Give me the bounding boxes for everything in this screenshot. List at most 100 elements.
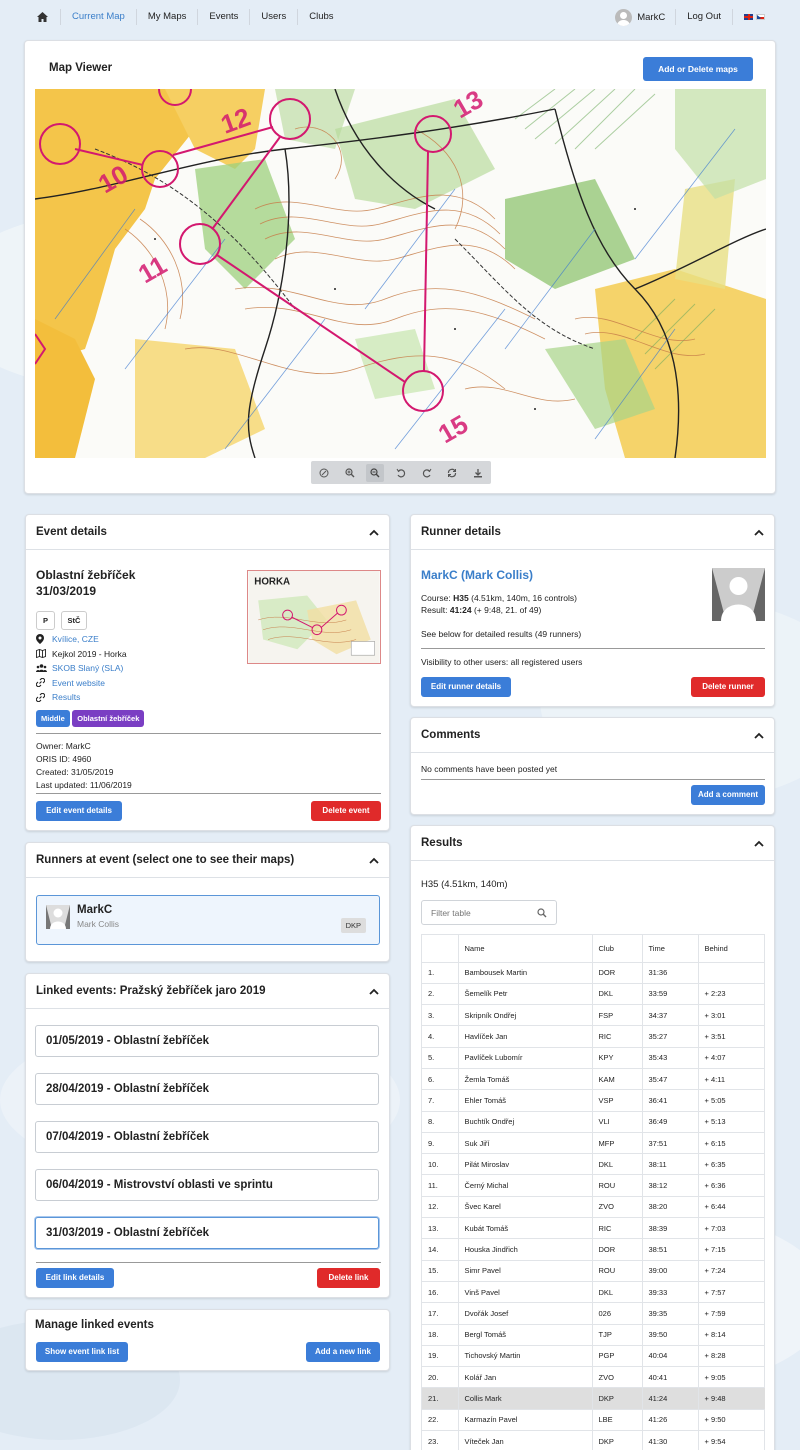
result-behind: + 2:23 bbox=[697, 983, 765, 1006]
filter-table-input[interactable] bbox=[422, 901, 532, 924]
orienteering-map-image[interactable]: 10 11 12 13 15 bbox=[35, 89, 766, 458]
event-badge[interactable]: Middle bbox=[36, 710, 70, 727]
result-name: Bergl Tomáš bbox=[457, 1324, 592, 1346]
add-comment-button[interactable]: Add a comment bbox=[691, 785, 765, 805]
download-button[interactable] bbox=[469, 464, 487, 482]
collapse-icon[interactable] bbox=[754, 529, 764, 536]
result-name: Pilát Miroslav bbox=[457, 1153, 592, 1176]
cz-flag-icon[interactable] bbox=[756, 14, 765, 20]
table-row[interactable]: 5. Pavlíček Lubomír KPY 35:43 + 4:07 bbox=[422, 1047, 765, 1069]
collapse-icon[interactable] bbox=[369, 988, 379, 995]
edit-event-button[interactable]: Edit event details bbox=[36, 801, 122, 821]
linked-event-item[interactable]: 01/05/2019 - Oblastní žebříček bbox=[35, 1025, 379, 1057]
table-row[interactable]: 23. Víteček Jan DKP 41:30 + 9:54 bbox=[422, 1430, 765, 1450]
column-header-time[interactable]: Time bbox=[641, 935, 698, 963]
edit-runner-button[interactable]: Edit runner details bbox=[421, 677, 511, 697]
logout-link[interactable]: Log Out bbox=[675, 9, 732, 25]
search-icon[interactable] bbox=[537, 908, 547, 918]
linked-event-item[interactable]: 06/04/2019 - Mistrovství oblasti ve spri… bbox=[35, 1169, 379, 1201]
results-header[interactable]: Results bbox=[411, 826, 774, 861]
table-row[interactable]: 19. Tichovský Martin PGP 40:04 + 8:28 bbox=[422, 1345, 765, 1368]
column-header-behind[interactable]: Behind bbox=[697, 935, 765, 963]
table-row[interactable]: 22. Karmazín Pavel LBE 41:26 + 9:50 bbox=[422, 1409, 765, 1432]
linked-event-item[interactable]: 07/04/2019 - Oblastní žebříček bbox=[35, 1121, 379, 1153]
rotate-right-button[interactable] bbox=[418, 464, 436, 482]
nav-events[interactable]: Events bbox=[197, 9, 249, 25]
table-row[interactable]: 13. Kubát Tomáš RIC 38:39 + 7:03 bbox=[422, 1217, 765, 1240]
result-place: 20. bbox=[422, 1366, 458, 1389]
nav-my-maps[interactable]: My Maps bbox=[135, 9, 198, 25]
collapse-icon[interactable] bbox=[369, 857, 379, 864]
nav-current-map[interactable]: Current Map bbox=[60, 9, 136, 25]
collapse-icon[interactable] bbox=[754, 732, 764, 739]
runner-card[interactable]: MarkC Mark Collis DKP bbox=[36, 895, 380, 945]
filter-table-input-wrapper bbox=[421, 900, 557, 925]
add-delete-maps-button[interactable]: Add or Delete maps bbox=[643, 57, 753, 81]
event-results-link[interactable]: Results bbox=[52, 692, 80, 702]
collapse-icon[interactable] bbox=[369, 529, 379, 536]
rotate-left-button[interactable] bbox=[392, 464, 410, 482]
runner-avatar bbox=[46, 905, 70, 929]
zoom-in-button[interactable] bbox=[341, 464, 359, 482]
result-name: Simr Pavel bbox=[457, 1260, 592, 1282]
table-row[interactable]: 11. Černý Michal ROU 38:12 + 6:36 bbox=[422, 1174, 765, 1197]
linked-event-item-selected[interactable]: 31/03/2019 - Oblastní žebříček bbox=[35, 1217, 379, 1249]
event-badge[interactable]: Oblastní žebříček bbox=[72, 710, 145, 727]
add-new-link-button[interactable]: Add a new link bbox=[306, 1342, 380, 1362]
table-row[interactable]: 17. Dvořák Josef 026 39:35 + 7:59 bbox=[422, 1302, 765, 1325]
delete-runner-button[interactable]: Delete runner bbox=[691, 677, 765, 697]
table-row[interactable]: 15. Simr Pavel ROU 39:00 + 7:24 bbox=[422, 1260, 765, 1282]
event-details-header[interactable]: Event details bbox=[26, 515, 389, 550]
column-header-club[interactable]: Club bbox=[591, 935, 642, 963]
table-row[interactable]: 7. Ehler Tomáš VSP 36:41 + 5:05 bbox=[422, 1089, 765, 1112]
result-place: 23. bbox=[422, 1430, 458, 1450]
event-club-link[interactable]: SKOB Slaný (SLA) bbox=[52, 663, 123, 673]
event-location-link[interactable]: Kvílice, CZE bbox=[52, 634, 99, 644]
language-selector[interactable] bbox=[732, 9, 776, 25]
nav-clubs[interactable]: Clubs bbox=[297, 9, 344, 25]
column-header-name[interactable]: Name bbox=[457, 935, 592, 963]
table-row[interactable]: 16. Vinš Pavel DKL 39:33 + 7:57 bbox=[422, 1281, 765, 1304]
result-behind: + 6:36 bbox=[697, 1174, 765, 1197]
table-row-selected[interactable]: 21. Collis Mark DKP 41:24 + 9:48 bbox=[422, 1387, 765, 1410]
linked-event-item[interactable]: 28/04/2019 - Oblastní žebříček bbox=[35, 1073, 379, 1105]
delete-event-button[interactable]: Delete event bbox=[311, 801, 381, 821]
delete-link-button[interactable]: Delete link bbox=[317, 1268, 380, 1288]
table-row[interactable]: 10. Pilát Miroslav DKL 38:11 + 6:35 bbox=[422, 1153, 765, 1176]
table-row[interactable]: 3. Skripník Ondřej FSP 34:37 + 3:01 bbox=[422, 1004, 765, 1027]
nav-users[interactable]: Users bbox=[249, 9, 297, 25]
table-row[interactable]: 1. Bambousek Martin DOR 31:36 bbox=[422, 962, 765, 984]
result-time: 33:59 bbox=[641, 983, 698, 1006]
event-website-link[interactable]: Event website bbox=[52, 678, 105, 688]
runner-details-header[interactable]: Runner details bbox=[411, 515, 774, 550]
table-row[interactable]: 9. Suk Jiří MFP 37:51 + 6:15 bbox=[422, 1132, 765, 1155]
table-row[interactable]: 4. Havlíček Jan RIC 35:27 + 3:51 bbox=[422, 1025, 765, 1048]
event-tags: P StČ bbox=[36, 611, 90, 630]
comments-header[interactable]: Comments bbox=[411, 718, 774, 753]
zoom-out-button[interactable] bbox=[366, 463, 385, 482]
uk-flag-icon[interactable] bbox=[744, 14, 753, 20]
table-row[interactable]: 14. Houska Jindřich DOR 38:51 + 7:15 bbox=[422, 1238, 765, 1261]
event-map-thumbnail[interactable]: HORKA bbox=[247, 570, 381, 664]
runners-header[interactable]: Runners at event (select one to see thei… bbox=[26, 843, 389, 878]
result-club: RIC bbox=[591, 1025, 642, 1048]
table-row[interactable]: 20. Kolář Jan ZVO 40:41 + 9:05 bbox=[422, 1366, 765, 1389]
table-row[interactable]: 6. Žemla Tomáš KAM 35:47 + 4:11 bbox=[422, 1068, 765, 1091]
collapse-icon[interactable] bbox=[754, 840, 764, 847]
table-row[interactable]: 2. Šemelík Petr DKL 33:59 + 2:23 bbox=[422, 983, 765, 1006]
show-event-link-list-button[interactable]: Show event link list bbox=[36, 1342, 128, 1362]
edit-link-button[interactable]: Edit link details bbox=[36, 1268, 114, 1288]
reset-button[interactable] bbox=[443, 464, 461, 482]
runner-club-badge: DKP bbox=[340, 918, 366, 933]
table-row[interactable]: 8. Buchtík Ondřej VLI 36:49 + 5:13 bbox=[422, 1111, 765, 1133]
linked-events-header[interactable]: Linked events: Pražský žebříček jaro 201… bbox=[26, 974, 389, 1009]
runner-result: Result: 41:24 (+ 9:48, 21. of 49) bbox=[421, 605, 541, 615]
home-link[interactable] bbox=[24, 9, 60, 25]
table-row[interactable]: 18. Bergl Tomáš TJP 39:50 + 8:14 bbox=[422, 1324, 765, 1346]
result-club: DKL bbox=[591, 983, 642, 1006]
runner-name-link[interactable]: MarkC (Mark Collis) bbox=[421, 568, 533, 582]
compass-button[interactable] bbox=[315, 464, 333, 482]
table-row[interactable]: 12. Švec Karel ZVO 38:20 + 6:44 bbox=[422, 1196, 765, 1219]
top-navbar: Current Map My Maps Events Users Clubs M… bbox=[24, 0, 776, 34]
user-menu[interactable]: MarkC bbox=[605, 8, 675, 26]
